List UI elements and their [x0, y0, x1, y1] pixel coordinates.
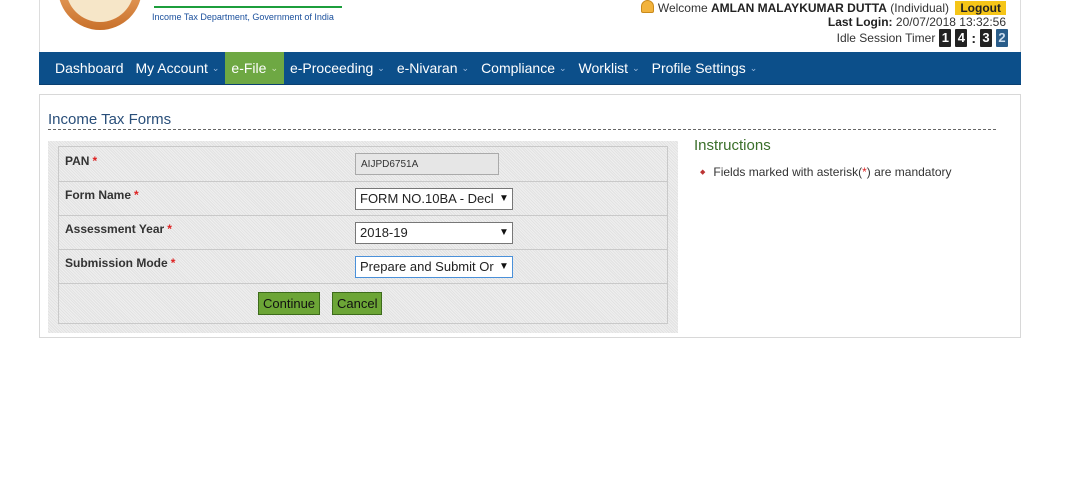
dropdown-arrow-icon: ▼	[496, 257, 512, 277]
assessment-year-label: Assessment Year *	[65, 222, 172, 236]
welcome-bar: Welcome AMLAN MALAYKUMAR DUTTA (Individu…	[640, 0, 1006, 15]
form-name-label: Form Name *	[65, 188, 139, 202]
pan-label: PAN *	[65, 154, 97, 168]
timer-digit: 1	[939, 29, 952, 47]
form-row-pan: PAN * AIJPD6751A	[59, 147, 667, 182]
nav-label: Compliance	[481, 60, 555, 76]
instruction-text: Fields marked with asterisk(	[713, 165, 863, 179]
income-tax-logo[interactable]	[58, 0, 142, 30]
chevron-down-icon: ⌄	[211, 62, 220, 73]
timer-digit: 4	[955, 29, 968, 47]
form-name-select[interactable]: FORM NO.10BA - Decl ▼	[355, 188, 513, 210]
idle-session-timer: Idle Session Timer 1 4 : 3 2	[837, 29, 1008, 47]
logo-underline	[154, 6, 342, 8]
timer-digit: 3	[980, 29, 992, 47]
pan-field: AIJPD6751A	[355, 153, 499, 175]
assessment-year-select[interactable]: 2018-19 ▼	[355, 222, 513, 244]
chevron-down-icon: ⌄	[377, 62, 385, 73]
timer-colon: :	[971, 30, 976, 46]
nav-item-e-file[interactable]: e-File ⌄	[225, 52, 284, 84]
last-login: Last Login: 20/07/2018 13:32:56	[828, 15, 1006, 29]
income-tax-forms-panel: Income Tax Forms PAN * AIJPD6751A Form Na…	[39, 94, 1021, 338]
form-name-label-text: Form Name	[65, 188, 132, 202]
main-nav: Dashboard My Account ⌄ e-File ⌄ e-Proceedi…	[39, 52, 1021, 85]
required-marker: *	[167, 222, 172, 236]
form-table: PAN * AIJPD6751A Form Name * FORM NO.10BA …	[58, 146, 668, 324]
chevron-down-icon: ⌄	[461, 62, 470, 73]
required-marker: *	[92, 154, 98, 168]
idle-timer-label: Idle Session Timer	[836, 31, 936, 45]
form-row-submission-mode: Submission Mode * Prepare and Submit Or ▼	[59, 250, 667, 284]
assessment-year-label-text: Assessment Year	[65, 222, 165, 236]
last-login-value: 20/07/2018 13:32:56	[895, 15, 1006, 29]
nav-label: e-File	[231, 60, 267, 76]
user-icon	[640, 0, 654, 13]
user-type: (Individual)	[890, 1, 949, 15]
user-name: AMLAN MALAYKUMAR DUTTA	[710, 1, 887, 15]
nav-item-dashboard[interactable]: Dashboard	[39, 52, 130, 84]
chevron-down-icon: ⌄	[559, 62, 567, 73]
page-title: Income Tax Forms	[48, 111, 172, 128]
timer-digit: 2	[996, 29, 1008, 47]
site-header: Income Tax Department, Government of Ind…	[39, 0, 1021, 52]
submission-mode-value: Prepare and Submit Or	[360, 259, 494, 274]
nav-item-my-account[interactable]: My Account ⌄	[130, 52, 226, 84]
nav-item-e-nivaran[interactable]: e-Nivaran ⌄	[391, 52, 475, 84]
nav-item-e-proceeding[interactable]: e-Proceeding ⌄	[284, 52, 391, 84]
form-row-form-name: Form Name * FORM NO.10BA - Decl ▼	[59, 182, 667, 216]
dropdown-arrow-icon: ▼	[496, 189, 512, 209]
required-marker: *	[134, 188, 139, 202]
required-marker: *	[170, 256, 176, 270]
submission-mode-label: Submission Mode *	[65, 256, 175, 270]
last-login-label: Last Login:	[827, 15, 893, 29]
nav-label: e-Proceeding	[289, 60, 374, 76]
nav-label: Dashboard	[55, 60, 124, 76]
chevron-down-icon: ⌄	[632, 62, 640, 73]
form-container: PAN * AIJPD6751A Form Name * FORM NO.10BA …	[48, 141, 678, 333]
form-row-assessment-year: Assessment Year * 2018-19 ▼	[59, 216, 667, 250]
title-divider	[48, 129, 996, 130]
nav-label: My Account	[135, 60, 208, 76]
nav-label: Worklist	[578, 60, 629, 76]
nav-item-compliance[interactable]: Compliance ⌄	[475, 52, 572, 84]
logout-button[interactable]: Logout	[955, 1, 1006, 15]
chevron-down-icon: ⌄	[270, 62, 278, 73]
submission-mode-label-text: Submission Mode	[65, 256, 168, 270]
submission-mode-select[interactable]: Prepare and Submit Or ▼	[355, 256, 513, 278]
instructions-title: Instructions	[694, 137, 771, 154]
instruction-text-suffix: ) are mandatory	[866, 165, 952, 179]
chevron-down-icon: ⌄	[749, 62, 758, 73]
nav-item-worklist[interactable]: Worklist ⌄	[573, 52, 646, 84]
nav-label: Profile Settings	[651, 60, 746, 76]
nav-label: e-Nivaran	[396, 60, 458, 76]
bullet-icon: ◆	[700, 169, 706, 176]
welcome-prefix: Welcome	[657, 1, 708, 15]
nav-item-profile-settings[interactable]: Profile Settings ⌄	[646, 52, 764, 84]
form-name-value: FORM NO.10BA - Decl	[360, 191, 494, 206]
pan-label-text: PAN	[65, 154, 90, 168]
dropdown-arrow-icon: ▼	[496, 223, 512, 243]
cancel-button[interactable]: Cancel	[332, 292, 383, 315]
department-name: Income Tax Department, Government of Ind…	[152, 12, 334, 22]
instruction-item: ◆ Fields marked with asterisk(*) are mand…	[700, 165, 951, 179]
assessment-year-value: 2018-19	[360, 225, 408, 240]
continue-button[interactable]: Continue	[258, 292, 321, 315]
